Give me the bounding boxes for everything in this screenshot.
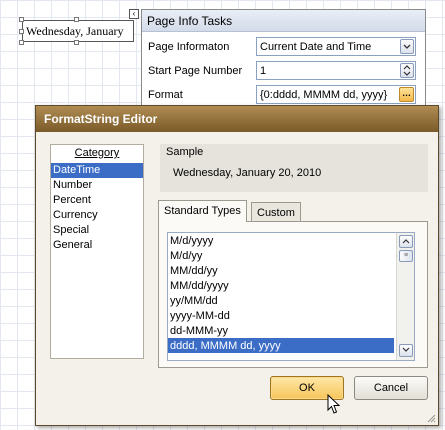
category-list[interactable]: Category DateTime Number Percent Currenc… bbox=[50, 144, 144, 359]
resize-grip-icon[interactable] bbox=[426, 413, 436, 423]
list-item[interactable]: yy/MM/dd bbox=[168, 293, 394, 308]
mouse-pointer-icon bbox=[327, 394, 341, 414]
smart-tag-button[interactable]: ‹ bbox=[129, 9, 139, 19]
task-row-page-information: Page Informaton Current Date and Time bbox=[148, 37, 418, 57]
category-item-special[interactable]: Special bbox=[51, 223, 143, 238]
category-item-currency[interactable]: Currency bbox=[51, 208, 143, 223]
sample-value: Wednesday, January 20, 2010 bbox=[173, 167, 322, 179]
sample-label: Sample bbox=[166, 146, 204, 158]
spin-up-down-icon[interactable] bbox=[400, 63, 414, 78]
start-page-number-label: Start Page Number bbox=[148, 65, 243, 77]
formatstring-editor-dialog: FormatString Editor Category DateTime Nu… bbox=[35, 105, 439, 426]
sample-panel: Sample Wednesday, January 20, 2010 bbox=[160, 144, 428, 192]
selection-handle[interactable] bbox=[19, 17, 24, 22]
selection-handle[interactable] bbox=[19, 40, 24, 45]
chevron-down-icon[interactable] bbox=[400, 39, 414, 54]
category-header-text: Category bbox=[74, 147, 120, 159]
page-information-value: Current Date and Time bbox=[260, 41, 372, 53]
cancel-button-label: Cancel bbox=[373, 382, 409, 394]
category-header: Category bbox=[51, 145, 143, 163]
cancel-button[interactable]: Cancel bbox=[354, 376, 428, 400]
start-page-number-value: 1 bbox=[260, 65, 267, 77]
format-field[interactable]: {0:dddd, MMMM dd, yyyy} … bbox=[256, 85, 416, 104]
task-row-start-page-number: Start Page Number 1 bbox=[148, 61, 418, 81]
page-information-combo[interactable]: Current Date and Time bbox=[256, 37, 416, 56]
dialog-title: FormatString Editor bbox=[36, 106, 438, 132]
tab-custom[interactable]: Custom bbox=[251, 202, 301, 222]
selection-handle[interactable] bbox=[74, 17, 79, 22]
format-value: {0:dddd, MMMM dd, yyyy} bbox=[260, 89, 388, 101]
chevron-down-icon[interactable] bbox=[399, 344, 413, 357]
report-date-label-text: Wednesday, January bbox=[26, 24, 124, 38]
selection-handle[interactable] bbox=[19, 29, 24, 34]
page-information-label: Page Informaton bbox=[148, 41, 230, 53]
category-item-percent[interactable]: Percent bbox=[51, 193, 143, 208]
tasks-panel-title: Page Info Tasks bbox=[142, 10, 425, 32]
smart-tag-icon: ‹ bbox=[132, 9, 136, 18]
page-info-tasks-panel: Page Info Tasks Page Informaton Current … bbox=[141, 9, 426, 106]
list-scrollbar[interactable]: ≡ bbox=[396, 233, 414, 360]
ellipsis-icon[interactable]: … bbox=[399, 87, 414, 102]
list-item[interactable]: M/d/yyyy bbox=[168, 233, 394, 248]
format-types-list[interactable]: M/d/yyyy M/d/yy MM/dd/yy MM/dd/yyyy yy/M… bbox=[167, 232, 415, 361]
report-date-label[interactable]: Wednesday, January bbox=[22, 20, 134, 42]
format-label: Format bbox=[148, 89, 183, 101]
start-page-number-spinner[interactable]: 1 bbox=[256, 61, 416, 80]
category-item-number[interactable]: Number bbox=[51, 178, 143, 193]
category-item-datetime[interactable]: DateTime bbox=[51, 163, 143, 178]
list-item[interactable]: yyyy-MM-dd bbox=[168, 308, 394, 323]
chevron-up-icon[interactable] bbox=[399, 235, 413, 248]
tab-standard-types[interactable]: Standard Types bbox=[158, 200, 247, 222]
standard-types-panel: M/d/yyyy M/d/yy MM/dd/yy MM/dd/yyyy yy/M… bbox=[158, 221, 428, 368]
list-item[interactable]: MM/dd/yy bbox=[168, 263, 394, 278]
ok-button-label: OK bbox=[299, 382, 315, 394]
selection-handle[interactable] bbox=[74, 40, 79, 45]
list-item[interactable]: dd-MMM-yy bbox=[168, 323, 394, 338]
scroll-thumb[interactable]: ≡ bbox=[399, 250, 413, 262]
task-row-format: Format {0:dddd, MMMM dd, yyyy} … bbox=[148, 85, 418, 105]
category-item-general[interactable]: General bbox=[51, 238, 143, 253]
list-item[interactable]: MM/dd/yyyy bbox=[168, 278, 394, 293]
list-item-selected[interactable]: dddd, MMMM dd, yyyy bbox=[168, 338, 394, 353]
list-item[interactable]: M/d/yy bbox=[168, 248, 394, 263]
